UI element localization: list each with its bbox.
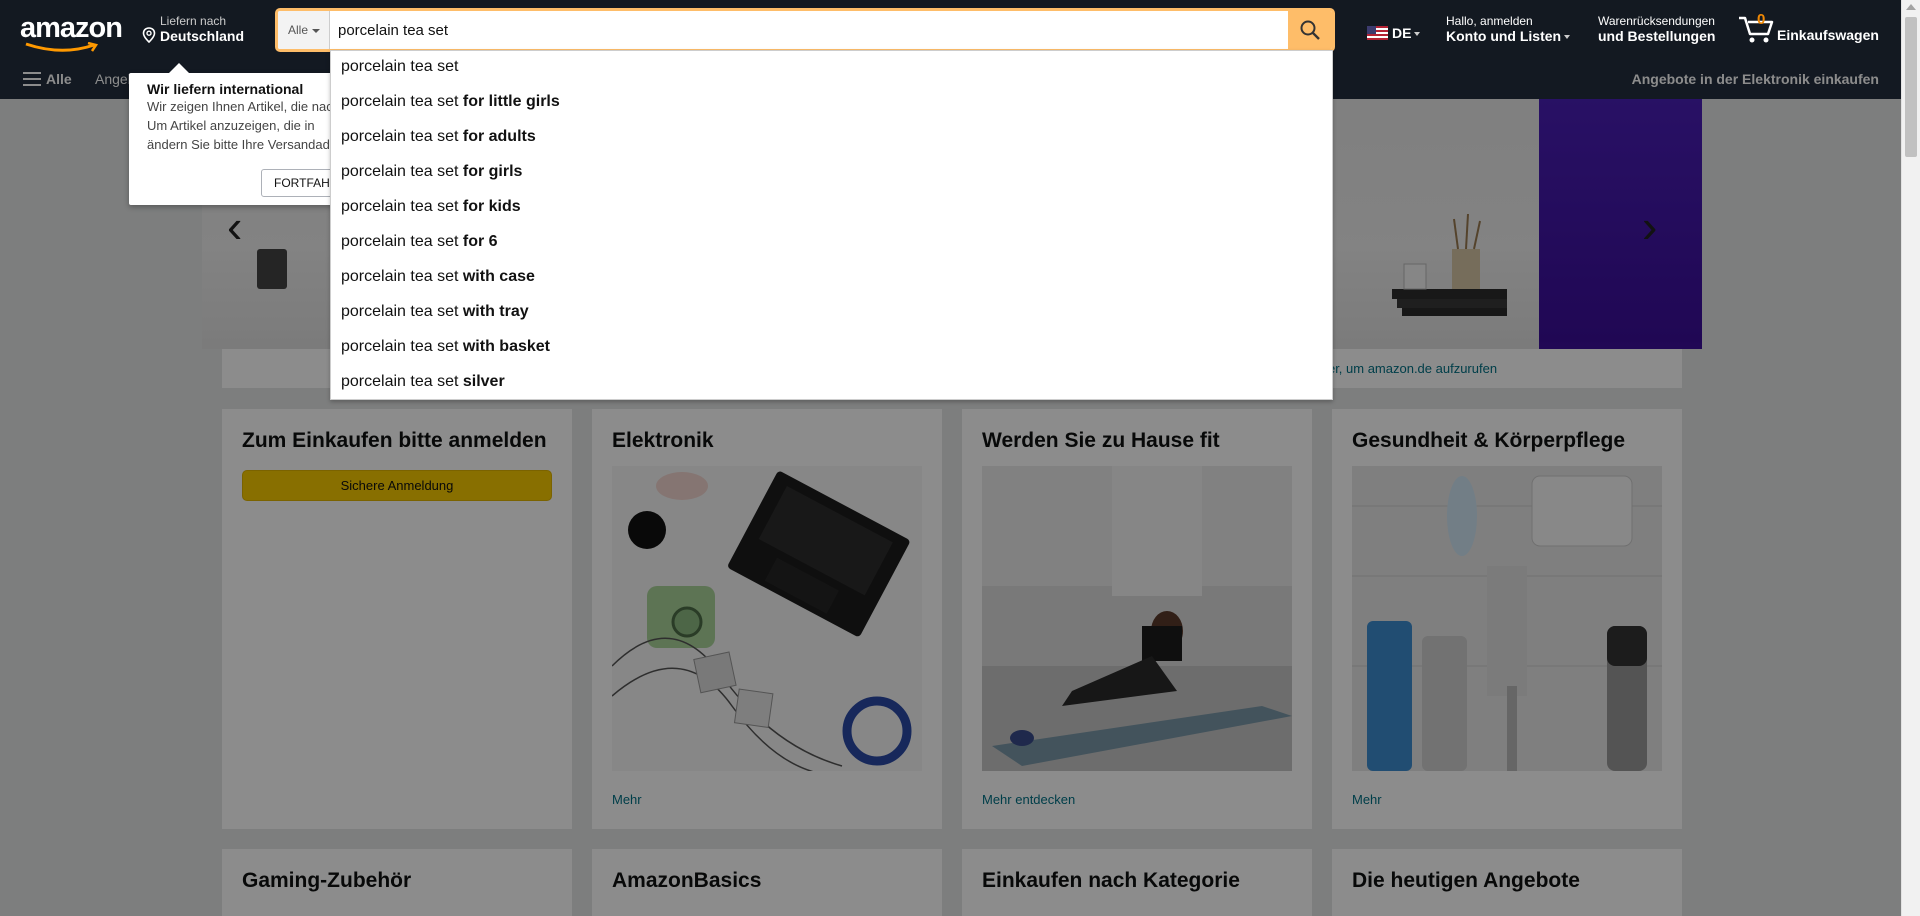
suggestion-prefix: porcelain tea set [341, 58, 459, 75]
suggestion-suffix: with case [462, 268, 535, 285]
suggestion-suffix: for little girls [462, 93, 560, 110]
suggestion-suffix: for kids [462, 198, 521, 215]
suggestion-suffix: silver [462, 373, 505, 390]
suggestion-prefix: porcelain tea set [341, 93, 463, 110]
logo-text: amazon [20, 12, 123, 44]
suggestion-suffix: for adults [462, 128, 536, 145]
cart-count: 0 [1757, 11, 1766, 28]
orders-label: und Bestellungen [1598, 28, 1716, 44]
deliver-to-location[interactable]: Liefern nach Deutschland [142, 14, 244, 44]
popover-text: Um Artikel anzuzeigen, die in [147, 118, 315, 133]
suggestion-prefix: porcelain tea set [341, 268, 463, 285]
suggestion-prefix: porcelain tea set [341, 303, 463, 320]
suggestion-suffix: with basket [462, 338, 550, 355]
search-suggestion-item[interactable]: porcelain tea set for little girls [331, 86, 1332, 121]
scroll-up-icon[interactable] [1906, 4, 1916, 10]
search-category-label: Alle [288, 23, 309, 37]
international-shipping-popover: Wir liefern international Wir zeigen Ihn… [129, 63, 351, 205]
suggestion-prefix: porcelain tea set [341, 128, 463, 145]
logo-smile-icon [25, 42, 99, 52]
search-suggestion-item[interactable]: porcelain tea set with tray [331, 296, 1332, 331]
popover-text: ändern Sie bitte Ihre Versandadresse. [147, 137, 347, 152]
search-suggestion-item[interactable]: porcelain tea set with basket [331, 331, 1332, 366]
suggestion-prefix: porcelain tea set [341, 233, 463, 250]
suggestion-suffix: for girls [462, 163, 523, 180]
search-suggestions: porcelain tea set porcelain tea set for l… [330, 50, 1333, 400]
suggestion-suffix: with tray [462, 303, 529, 320]
search-category-dropdown[interactable]: Alle [278, 11, 330, 49]
chevron-down-icon [1564, 35, 1571, 40]
account-greeting: Hallo, anmelden [1446, 14, 1533, 28]
search-input[interactable] [336, 11, 1266, 49]
language-label: DE [1392, 25, 1412, 41]
us-flag-icon [1367, 26, 1388, 40]
account-label: Konto und Listen [1446, 28, 1562, 44]
suggestion-prefix: porcelain tea set [341, 163, 463, 180]
deliver-country: Deutschland [160, 28, 245, 44]
suggestion-prefix: porcelain tea set [341, 198, 463, 215]
returns-label: Warenrücksendungen [1598, 14, 1715, 28]
chevron-down-icon [1414, 32, 1421, 37]
location-pin-icon [142, 27, 156, 43]
language-selector[interactable]: DE [1367, 25, 1421, 41]
search-suggestion-item[interactable]: porcelain tea set for girls [331, 156, 1332, 191]
suggestion-suffix: for 6 [462, 233, 498, 250]
popover-text: Wir zeigen Ihnen Artikel, die nach [147, 99, 340, 114]
scroll-thumb[interactable] [1905, 17, 1917, 157]
search-suggestion-item[interactable]: porcelain tea set for adults [331, 121, 1332, 156]
search-button[interactable] [1288, 11, 1332, 49]
chevron-down-icon [312, 28, 321, 33]
popover-title: Wir liefern international [147, 81, 304, 97]
deliver-label: Liefern nach [160, 14, 227, 28]
search-suggestion-item[interactable]: porcelain tea set [331, 51, 1332, 86]
search-suggestion-item[interactable]: porcelain tea set with case [331, 261, 1332, 296]
search-suggestion-item[interactable]: porcelain tea set for kids [331, 191, 1332, 226]
cart-button[interactable]: 0 Einkaufswagen [1737, 11, 1879, 49]
suggestion-prefix: porcelain tea set [341, 338, 463, 355]
page-scrollbar[interactable] [1901, 0, 1920, 916]
cart-label: Einkaufswagen [1777, 27, 1879, 43]
suggestion-prefix: porcelain tea set [341, 373, 463, 390]
search-icon [1300, 20, 1320, 40]
search-bar: Alle [275, 8, 1335, 52]
returns-and-orders[interactable]: Warenrücksendungen und Bestellungen [1598, 14, 1715, 44]
account-and-lists[interactable]: Hallo, anmelden Konto und Listen [1446, 14, 1571, 44]
search-suggestion-item[interactable]: porcelain tea set for 6 [331, 226, 1332, 261]
search-suggestion-item[interactable]: porcelain tea set silver [331, 366, 1332, 401]
amazon-logo[interactable]: amazon [20, 12, 123, 52]
